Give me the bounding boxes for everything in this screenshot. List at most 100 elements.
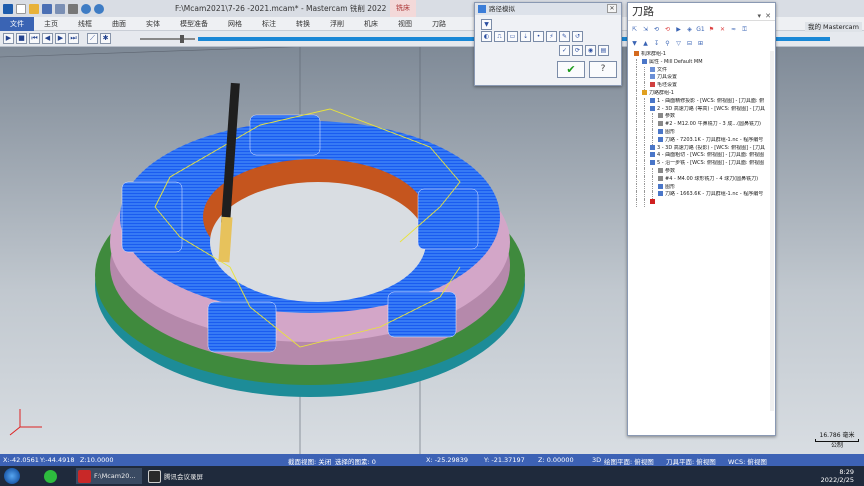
close-icon[interactable]: ✕ <box>607 4 617 13</box>
screenshot-icon[interactable]: ◉ <box>585 45 596 56</box>
y-value-field[interactable]: Y: -21.37197 <box>484 456 525 464</box>
help-button[interactable]: ? <box>589 61 617 78</box>
taskbar-item-mastercam[interactable]: F:\Mcam20... <box>76 468 142 484</box>
edit-icon[interactable]: ✎ <box>559 31 570 42</box>
stop-icon[interactable]: ■ <box>16 33 27 44</box>
tplane-status[interactable]: 刀具平面: 俯视图 <box>666 456 716 466</box>
tree-item[interactable] <box>631 199 774 207</box>
z-value-field[interactable]: Z: 0.00000 <box>538 456 574 464</box>
tab-home[interactable]: 主页 <box>34 17 68 31</box>
tree-item[interactable]: 刀路群组-1 <box>631 89 774 98</box>
taskbar-item-recorder[interactable]: 腾讯会议录屏 <box>146 468 210 484</box>
my-mastercam-label[interactable]: 我的 Mastercam <box>804 22 862 32</box>
tab-wireframe[interactable]: 线框 <box>68 17 102 31</box>
expand-icon[interactable]: ⊞ <box>696 39 705 48</box>
open-file-icon[interactable] <box>29 3 39 14</box>
move-up-icon[interactable]: ▲ <box>641 39 650 48</box>
tree-item[interactable]: 毛坯设置 <box>631 82 774 90</box>
undo-icon[interactable] <box>81 3 91 14</box>
tree-item[interactable]: 参数 <box>631 167 774 176</box>
tab-mesh[interactable]: 网格 <box>218 17 252 31</box>
step-all-icon[interactable]: ⟳ <box>572 45 583 56</box>
lock-icon[interactable]: ⚿ <box>740 25 749 34</box>
step-back-icon[interactable]: ◀ <box>42 33 53 44</box>
rewind-icon[interactable]: ⏮ <box>29 33 40 44</box>
regenerate-dirty-icon[interactable]: ⟲ <box>663 25 672 34</box>
highfeed-icon[interactable]: ⚑ <box>707 25 716 34</box>
filter-tree-icon[interactable]: ▽ <box>674 39 683 48</box>
panel-close-icon[interactable]: ✕ <box>765 7 771 25</box>
play-icon[interactable]: ▶ <box>3 33 14 44</box>
reset-icon[interactable]: ↺ <box>572 31 583 42</box>
panel-menu-icon[interactable]: ▾ <box>757 7 761 25</box>
new-file-icon[interactable] <box>16 3 26 14</box>
speed-slider-knob[interactable] <box>180 35 184 43</box>
save-as-icon[interactable] <box>55 3 65 14</box>
select-invalid-icon[interactable]: ⇲ <box>641 25 650 34</box>
tab-view[interactable]: 视图 <box>388 17 422 31</box>
select-all-icon[interactable]: ⇱ <box>630 25 639 34</box>
tree-item[interactable]: 刀路 - 1663.6K - 刀具群组-1.nc - 程序编号 <box>631 191 774 200</box>
quick-verify-icon[interactable]: ⚡ <box>546 31 557 42</box>
print-icon[interactable] <box>68 3 78 14</box>
collapse-icon[interactable]: ⊟ <box>685 39 694 48</box>
context-tab-mill[interactable]: 铣床 <box>390 0 416 17</box>
section-view-status[interactable]: 截面视图: 关闭 <box>288 456 331 466</box>
tree-item[interactable]: #4 - M4.00 球形铣刀 - 4 球刀(圆鼻铣刀) <box>631 175 774 184</box>
simulate-icon[interactable]: ▶ <box>674 25 683 34</box>
show-rapid-icon[interactable]: ⇣ <box>520 31 531 42</box>
fast-forward-icon[interactable]: ⏭ <box>68 33 79 44</box>
system-clock[interactable]: 8:29 2022/2/25 <box>821 468 854 484</box>
tree-item[interactable]: 5 - 沿一步铣 - [WCS: 俯视图] - [刀具面: 俯视图 <box>631 160 774 168</box>
start-button-icon[interactable] <box>4 468 20 484</box>
save-icon[interactable] <box>42 3 52 14</box>
tab-toolpaths[interactable]: 刀路 <box>422 17 456 31</box>
tree-item[interactable]: #2 - M12.00 牛鼻铣刀 - 3 成...(圆鼻铣刀) <box>631 121 774 129</box>
toggle-display-icon[interactable]: ≈ <box>729 25 738 34</box>
tree-item[interactable]: 4 - 曲面粗切 - [WCS: 俯视图] - [刀具面: 俯视图 <box>631 152 774 161</box>
move-down-icon[interactable]: ▼ <box>630 39 639 48</box>
tree-item[interactable]: 图形 <box>631 128 774 137</box>
dialog-title-bar[interactable]: 路径模拟 ✕ <box>475 3 621 15</box>
tab-model-prep[interactable]: 模型准备 <box>170 17 218 31</box>
trace-mode-icon[interactable]: ⟋ <box>87 33 98 44</box>
app-icon[interactable] <box>3 3 13 14</box>
show-selected-icon[interactable]: ⚲ <box>663 39 672 48</box>
tab-machine[interactable]: 机床 <box>354 17 388 31</box>
taskbar-item-wechat[interactable] <box>44 468 60 484</box>
verify-icon[interactable]: ◈ <box>685 25 694 34</box>
color-cycle-icon[interactable]: ◐ <box>481 31 492 42</box>
speed-slider-track[interactable] <box>140 38 195 40</box>
save-image-icon[interactable]: ▤ <box>598 45 609 56</box>
regenerate-icon[interactable]: ⟲ <box>652 25 661 34</box>
insert-after-icon[interactable]: ↧ <box>652 39 661 48</box>
step-icon[interactable]: ✓ <box>559 45 570 56</box>
tree-item[interactable]: 1 - 曲面精修投影 - [WCS: 俯视图] - [刀具面: 俯 <box>631 97 774 106</box>
filter-icon[interactable]: ▼ <box>481 19 492 30</box>
tab-surfaces[interactable]: 曲面 <box>102 17 136 31</box>
tree-item[interactable]: 属性 - Mill Default MM <box>631 58 774 67</box>
redo-icon[interactable] <box>94 3 104 14</box>
delete-icon[interactable]: ✕ <box>718 25 727 34</box>
tab-float[interactable]: 浮削 <box>320 17 354 31</box>
tree-item[interactable]: 2 - 3D 高速刀路 (等高) - [WCS: 俯视图] - [刀具 <box>631 105 774 114</box>
tree-item[interactable]: 机床群组-1 <box>631 51 774 59</box>
show-endpoints-icon[interactable]: • <box>533 31 544 42</box>
tab-dimension[interactable]: 标注 <box>252 17 286 31</box>
cplane-status[interactable]: 绘图平面: 俯视图 <box>604 456 654 466</box>
settings-gear-icon[interactable]: ✱ <box>100 33 111 44</box>
tree-item[interactable]: 刀路 - 7203.1K - 刀具群组-1.nc - 程序编号 <box>631 136 774 145</box>
tree-item[interactable]: 文件 <box>631 66 774 75</box>
tree-item[interactable]: 参数 <box>631 113 774 122</box>
step-forward-icon[interactable]: ▶ <box>55 33 66 44</box>
ok-button[interactable]: ✔ <box>557 61 585 78</box>
panel-scrollbar[interactable] <box>770 51 774 411</box>
tree-item[interactable]: 3 - 3D 高速刀路 (投影) - [WCS: 俯视图] - [刀具 <box>631 144 774 153</box>
wcs-status[interactable]: WCS: 俯视图 <box>728 456 767 466</box>
tab-transform[interactable]: 转换 <box>286 17 320 31</box>
tab-file[interactable]: 文件 <box>0 16 34 31</box>
show-holder-icon[interactable]: ▭ <box>507 31 518 42</box>
x-value-field[interactable]: X: -25.29839 <box>426 456 468 464</box>
tree-item[interactable]: 刀具设置 <box>631 74 774 83</box>
tab-solids[interactable]: 实体 <box>136 17 170 31</box>
